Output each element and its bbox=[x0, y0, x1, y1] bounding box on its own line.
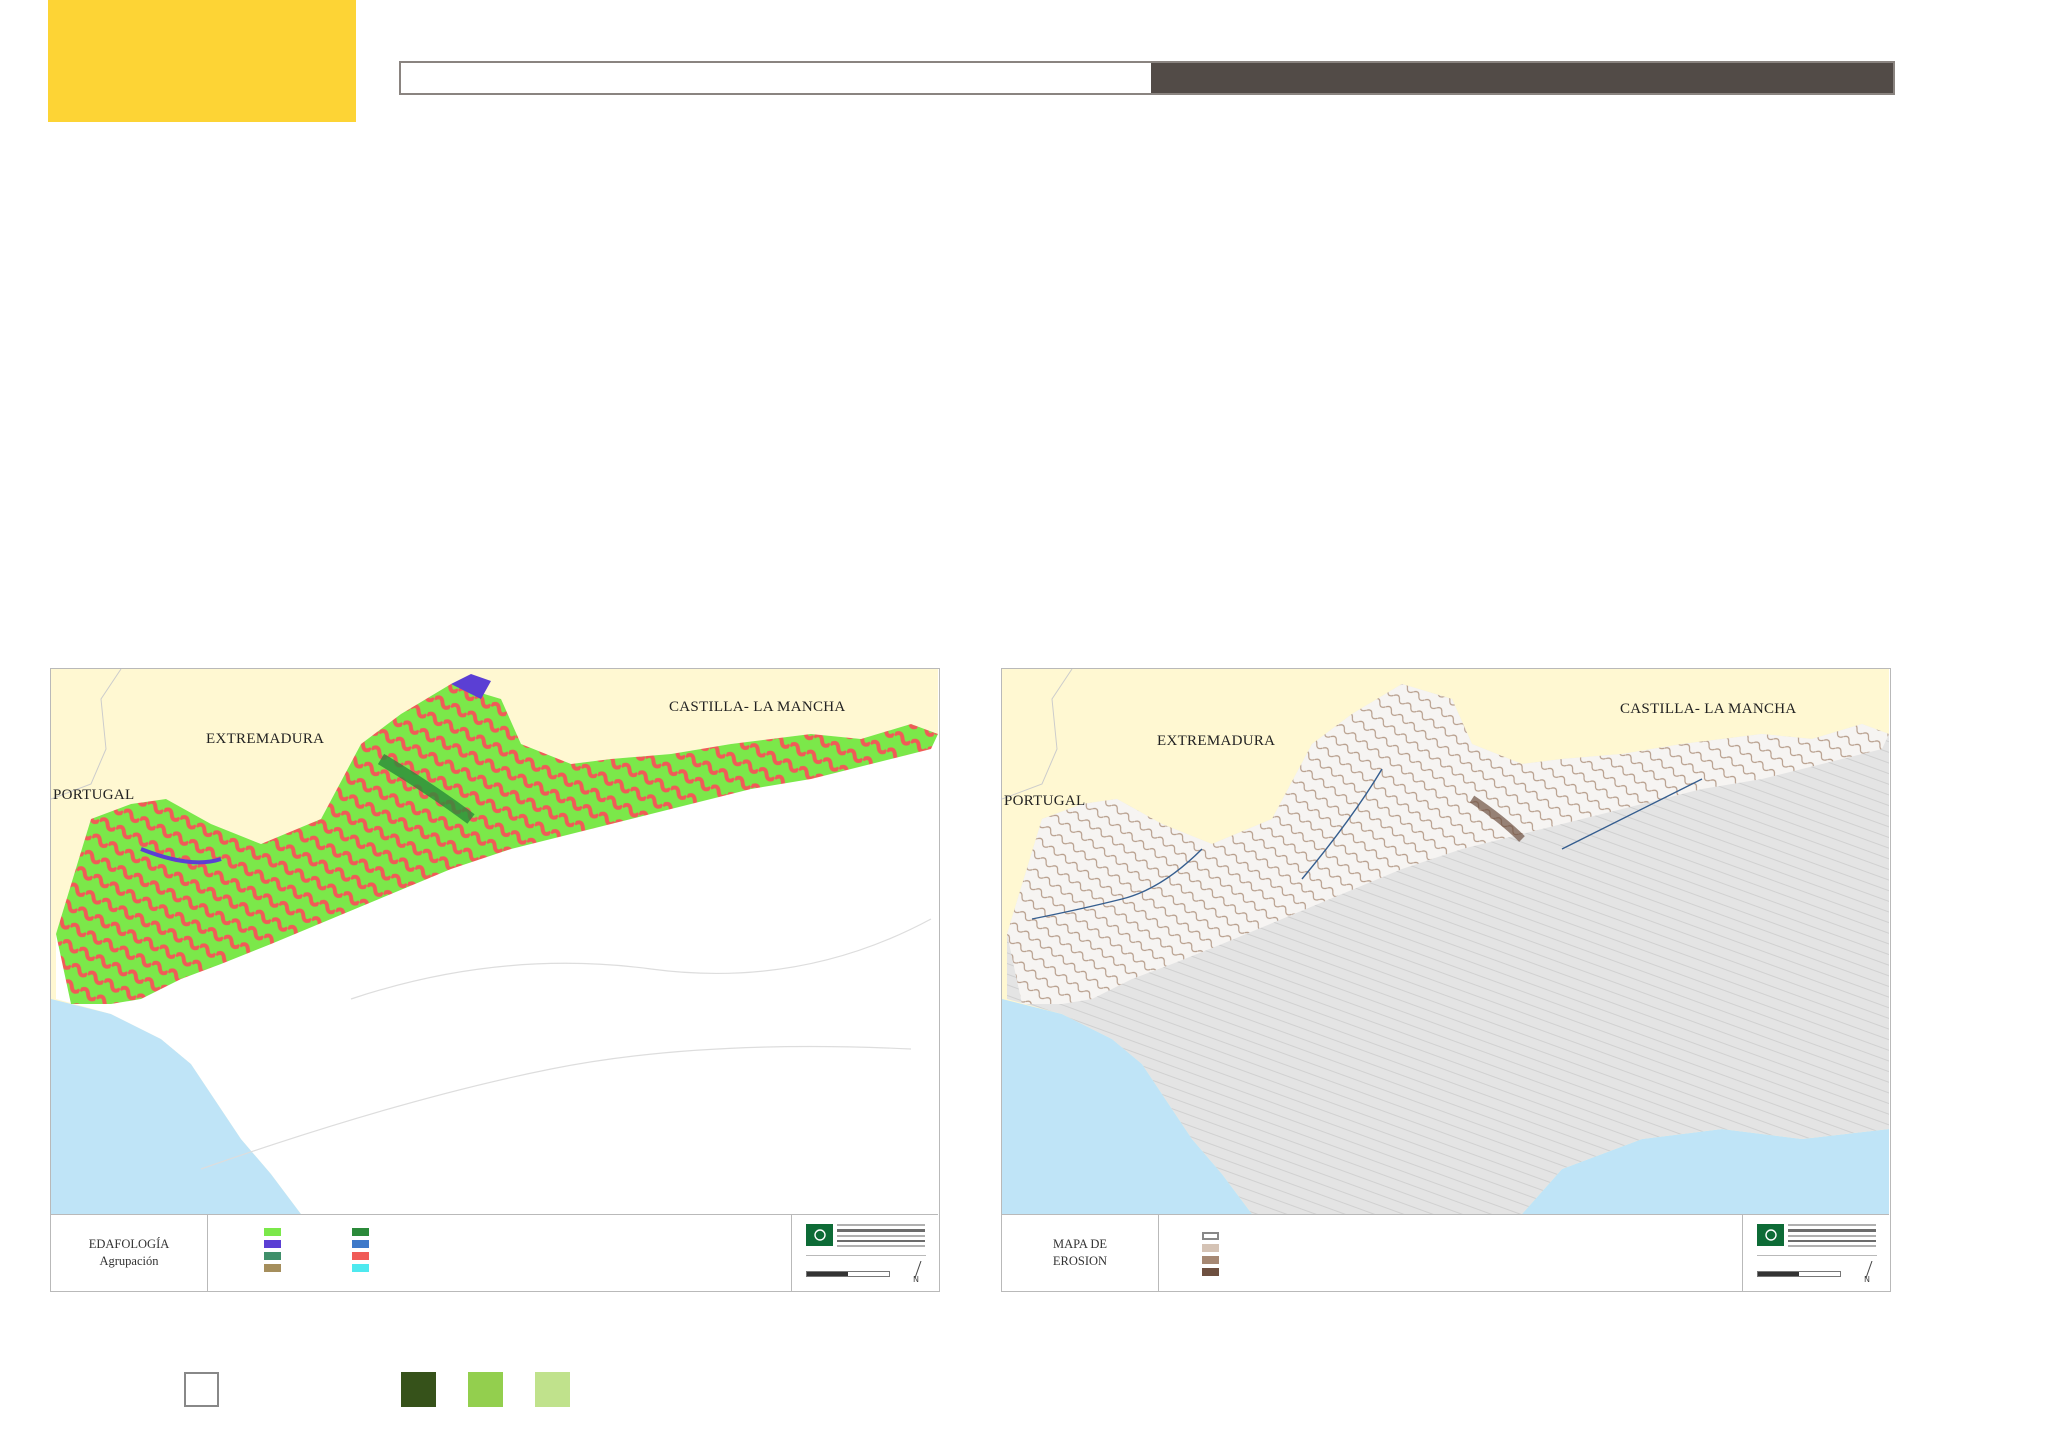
legend-item bbox=[264, 1263, 352, 1273]
map-legend bbox=[264, 1227, 462, 1273]
logo-row bbox=[1757, 1221, 1877, 1256]
legend-item bbox=[352, 1239, 462, 1249]
header-bar-dark bbox=[1151, 63, 1893, 93]
legend-swatch bbox=[352, 1228, 369, 1236]
legend-swatch bbox=[264, 1228, 281, 1236]
logo-row bbox=[806, 1221, 926, 1256]
header-bar bbox=[399, 61, 1895, 95]
logo-text-lines bbox=[1788, 1224, 1876, 1250]
institution-logo-block: N bbox=[1742, 1215, 1890, 1291]
legend-item bbox=[1202, 1243, 1312, 1253]
region-label-portugal: PORTUGAL bbox=[1004, 793, 1086, 809]
region-label-extremadura: EXTREMADURA bbox=[206, 731, 325, 747]
legend-swatch bbox=[352, 1240, 369, 1248]
legend-item bbox=[1202, 1267, 1312, 1277]
north-arrow-icon: N bbox=[1861, 1260, 1877, 1285]
header-bar-light bbox=[401, 63, 1151, 93]
map-area-erosion: PORTUGAL EXTREMADURA CASTILLA- LA MANCHA bbox=[1002, 669, 1889, 1214]
region-label-portugal: PORTUGAL bbox=[53, 787, 135, 803]
scale-bar bbox=[806, 1271, 890, 1277]
legend-item bbox=[352, 1263, 462, 1273]
map-panel-edafologia: PORTUGAL EXTREMADURA CASTILLA- LA MANCHA… bbox=[50, 668, 940, 1292]
map-footer: EDAFOLOGÍA Agrupación N bbox=[51, 1214, 938, 1291]
institution-logo-block: N bbox=[791, 1215, 939, 1291]
north-arrow-icon: N bbox=[910, 1260, 926, 1285]
legend-item bbox=[352, 1251, 462, 1261]
map-title-line-1: EDAFOLOGÍA bbox=[88, 1237, 170, 1251]
bottom-legend-swatch bbox=[468, 1372, 503, 1407]
map-title: MAPA DE EROSION bbox=[1002, 1215, 1159, 1291]
section-tab-marker bbox=[48, 0, 356, 122]
legend-swatch bbox=[264, 1264, 281, 1272]
region-label-castilla-la-mancha: CASTILLA- LA MANCHA bbox=[1620, 701, 1797, 717]
map-title-line-1: MAPA DE bbox=[1052, 1237, 1108, 1251]
map-footer: MAPA DE EROSION N bbox=[1002, 1214, 1889, 1291]
junta-logo-icon bbox=[1757, 1224, 1784, 1246]
map-title: EDAFOLOGÍA Agrupación bbox=[51, 1215, 208, 1291]
svg-text:N: N bbox=[913, 1275, 919, 1283]
legend-swatch bbox=[1202, 1256, 1219, 1264]
bottom-legend-swatch bbox=[401, 1372, 436, 1407]
scale-bar bbox=[1757, 1271, 1841, 1277]
legend-swatch bbox=[264, 1240, 281, 1248]
map-legend bbox=[1202, 1231, 1312, 1277]
legend-item bbox=[264, 1239, 352, 1249]
legend-item bbox=[264, 1227, 352, 1237]
legend-swatch bbox=[352, 1252, 369, 1260]
legend-swatch bbox=[1202, 1232, 1219, 1240]
map-area-edafologia: PORTUGAL EXTREMADURA CASTILLA- LA MANCHA bbox=[51, 669, 938, 1214]
legend-item bbox=[1202, 1231, 1312, 1241]
legend-swatch bbox=[352, 1264, 369, 1272]
junta-logo-icon bbox=[806, 1224, 833, 1246]
legend-item bbox=[264, 1251, 352, 1261]
svg-text:N: N bbox=[1864, 1275, 1870, 1283]
map-panel-erosion: PORTUGAL EXTREMADURA CASTILLA- LA MANCHA… bbox=[1001, 668, 1891, 1292]
legend-swatch bbox=[1202, 1268, 1219, 1276]
bottom-legend-swatch bbox=[535, 1372, 570, 1407]
bottom-legend-swatch bbox=[184, 1372, 219, 1407]
logo-text-lines bbox=[837, 1224, 925, 1250]
map-title-line-2: Agrupación bbox=[99, 1254, 159, 1268]
legend-item bbox=[352, 1227, 462, 1237]
region-label-castilla-la-mancha: CASTILLA- LA MANCHA bbox=[669, 699, 846, 715]
region-label-extremadura: EXTREMADURA bbox=[1157, 733, 1276, 749]
legend-item bbox=[1202, 1255, 1312, 1265]
legend-swatch bbox=[1202, 1244, 1219, 1252]
map-title-line-2: EROSION bbox=[1052, 1254, 1108, 1268]
legend-swatch bbox=[264, 1252, 281, 1260]
